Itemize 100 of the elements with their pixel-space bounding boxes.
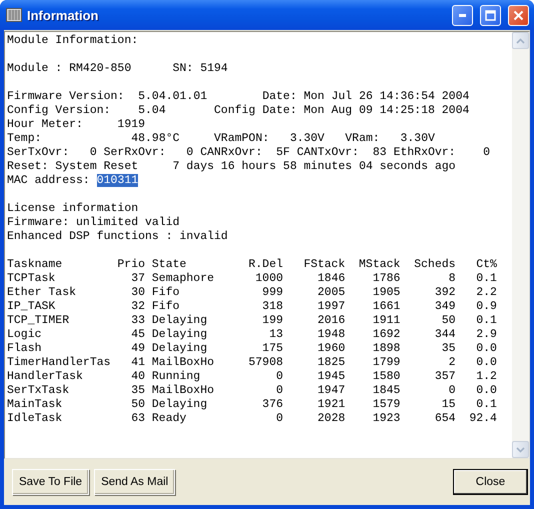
table-cell-text: 0.0 <box>475 356 497 370</box>
column-header: Taskname <box>7 258 64 272</box>
dialog-button[interactable]: Save To File <box>12 469 90 495</box>
table-cell-text: 1923 <box>372 412 400 426</box>
table-cell-text: 2016 <box>316 314 346 328</box>
table-cell-text: 0 <box>275 412 284 426</box>
table-cell-text: MainTask <box>7 398 64 412</box>
chevron-down-icon <box>516 446 525 452</box>
table-cell-text: 0.0 <box>475 384 497 398</box>
table-cell-text: 1898 <box>372 342 400 356</box>
table-cell-text: 30 <box>130 286 145 300</box>
table-cell-text: 1945 <box>316 370 346 384</box>
table-cell-text: 2028 <box>316 412 346 426</box>
maximize-button[interactable] <box>480 4 501 26</box>
table-cell-text: 49 <box>130 342 145 356</box>
table-cell-text: MailBoxHo <box>150 384 216 398</box>
table-cell-text: 33 <box>130 314 145 328</box>
info-line: Module Information: <box>7 34 138 48</box>
table-cell-text: 50 <box>440 314 456 328</box>
table-cell-text: 318 <box>261 300 284 314</box>
table-cell-text: 63 <box>130 412 145 426</box>
column-header: Ct% <box>475 258 497 272</box>
table-cell-text: 1692 <box>372 328 400 342</box>
table-cell-text: 1825 <box>316 356 346 370</box>
table-cell-text: 15 <box>440 398 456 412</box>
table-cell-text: Delaying <box>150 342 208 356</box>
table-cell-text: 1.2 <box>475 370 497 384</box>
table-cell-text: 175 <box>261 342 284 356</box>
table-cell-text: 1947 <box>316 384 346 398</box>
table-cell-text: 357 <box>434 370 456 384</box>
table-cell-text: 0.1 <box>475 398 497 412</box>
table-cell-text: Delaying <box>150 314 208 328</box>
table-cell-text: 50 <box>130 398 145 412</box>
table-cell-text: HandlerTask <box>7 370 84 384</box>
info-line: Temp: 48.98°C VRamPON: 3.30V VRam: 3.30V <box>7 132 435 146</box>
table-cell-text: 1997 <box>316 300 346 314</box>
maximize-icon <box>485 10 496 20</box>
table-cell-text: 40 <box>130 370 145 384</box>
table-cell-text: TCPTask <box>7 272 56 286</box>
table-cell-text: 37 <box>130 272 145 286</box>
table-cell-text: Fifo <box>150 286 180 300</box>
dialog-button[interactable]: Send As Mail <box>94 469 176 495</box>
table-cell-text: 0.9 <box>475 300 497 314</box>
table-cell-text: 8 <box>448 272 456 286</box>
table-cell-text: Delaying <box>150 328 208 342</box>
dialog-button[interactable]: Close <box>453 469 528 495</box>
table-cell-text: 0.1 <box>475 272 497 286</box>
table-cell-text: 92.4 <box>468 412 497 426</box>
table-cell-text: 1799 <box>372 356 400 370</box>
table-cell-text: 35 <box>130 384 145 398</box>
table-cell-text: 0 <box>275 384 284 398</box>
column-header: R.Del <box>248 258 284 272</box>
table-cell-text: IdleTask <box>7 412 64 426</box>
close-icon <box>513 10 524 20</box>
table-cell-text: 1580 <box>372 370 400 384</box>
table-cell-text: 1911 <box>372 314 400 328</box>
table-cell-text: Ready <box>150 412 188 426</box>
table-cell-text: 349 <box>434 300 456 314</box>
table-cell-text: 1845 <box>372 384 400 398</box>
info-line: Enhanced DSP functions : invalid <box>7 230 228 244</box>
table-cell-text: 999 <box>261 286 284 300</box>
table-cell-text: MailBoxHo <box>150 356 216 370</box>
table-cell-text: 1000 <box>254 272 284 286</box>
column-header: State <box>150 258 188 272</box>
table-cell-text: 2.9 <box>475 328 497 342</box>
table-cell-text: 13 <box>268 328 284 342</box>
table-cell-text: Delaying <box>150 398 208 412</box>
table-cell-text: Fifo <box>150 300 180 314</box>
table-cell-text: 35 <box>440 342 456 356</box>
column-header: MStack <box>358 258 400 272</box>
table-cell-text: 199 <box>261 314 284 328</box>
close-button[interactable] <box>508 4 529 26</box>
info-line: Module : RM420-850 SN: 5194 <box>7 62 228 76</box>
minimize-button[interactable] <box>452 4 473 26</box>
table-cell-text: 45 <box>130 328 145 342</box>
table-cell-text: 1905 <box>372 286 400 300</box>
column-header: Prio <box>117 258 145 272</box>
info-line: Config Version: 5.04 Config Date: Mon Aug 09 14:25:18 2004 <box>7 104 470 118</box>
table-cell-text: 392 <box>434 286 456 300</box>
table-cell-text: 0 <box>448 384 456 398</box>
table-cell-text: Flash <box>7 342 43 356</box>
info-line: SerTxOvr: 0 SerRxOvr: 0 CANRxOvr: 5F CANTxOvr: 83 EthRxOvr: 0 <box>7 146 490 160</box>
table-cell-text: 2005 <box>316 286 346 300</box>
info-line: License information <box>7 202 138 216</box>
column-header: FStack <box>302 258 346 272</box>
table-cell-text: 1921 <box>316 398 346 412</box>
table-cell-text: Semaphore <box>150 272 216 286</box>
table-cell-text: Ether Task <box>7 286 78 300</box>
table-cell-text: 344 <box>434 328 456 342</box>
table-cell-text: 2 <box>448 356 456 370</box>
table-cell-text: 0.1 <box>475 314 497 328</box>
info-line: Firmware Version: 5.04.01.01 Date: Mon Jul 26 14:36:54 2004 <box>7 90 470 104</box>
table-cell-text: 1786 <box>372 272 400 286</box>
table-cell-text: 32 <box>130 300 145 314</box>
table-cell-text: 1846 <box>316 272 346 286</box>
window-title: Information <box>27 8 100 22</box>
table-cell-text: 2.2 <box>475 286 497 300</box>
table-cell-text: Running <box>150 370 202 384</box>
info-line: Hour Meter: 1919 <box>7 118 146 132</box>
info-line: Firmware: unlimited valid <box>7 216 180 230</box>
